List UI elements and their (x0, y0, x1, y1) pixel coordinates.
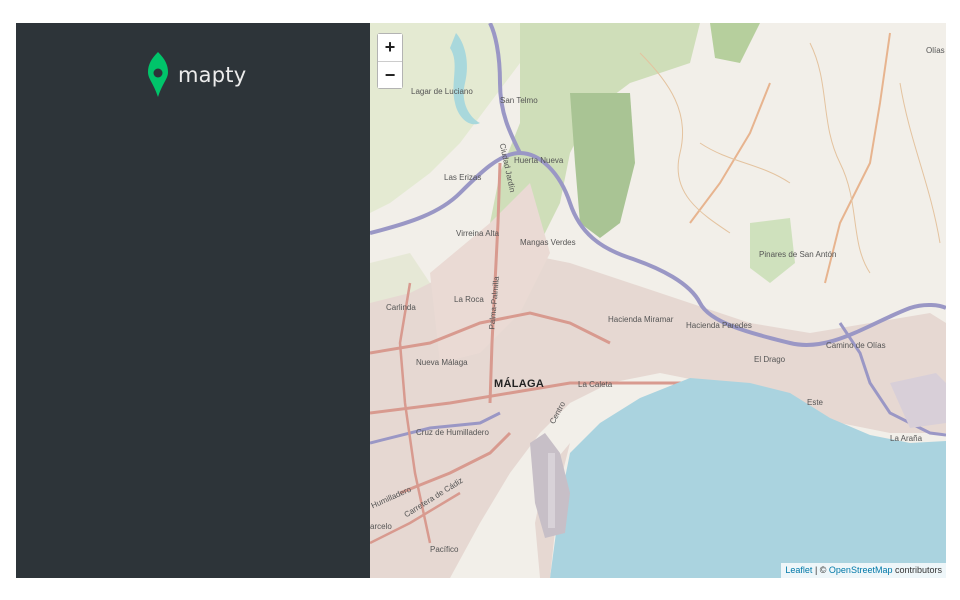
place-label: Nueva Málaga (416, 358, 468, 367)
place-label: Camino de Olías (826, 341, 886, 350)
logo-text: mapty (178, 63, 247, 87)
place-label: Lagar de Luciano (411, 87, 473, 96)
place-label: Este (807, 398, 824, 407)
map-attribution: Leaflet | © OpenStreetMap contributors (781, 563, 946, 578)
place-label: Olías (926, 46, 945, 55)
place-label: Mangas Verdes (520, 238, 576, 247)
leaflet-link[interactable]: Leaflet (785, 565, 812, 575)
place-label: Hacienda Miramar (608, 315, 674, 324)
map[interactable]: Lagar de Luciano San Telmo Huerta Nueva … (370, 23, 946, 578)
place-label: Pacífico (430, 545, 459, 554)
place-label: San Telmo (500, 96, 538, 105)
place-label: Las Erizas (444, 173, 482, 182)
logo: mapty (146, 51, 246, 99)
app-container: mapty Lagar de Luciano San Telmo Huerta … (16, 23, 946, 578)
place-label: Carlinda (386, 303, 416, 312)
place-label: Virreina Alta (456, 229, 499, 238)
map-pin-icon (148, 52, 168, 97)
place-label: Hacienda Paredes (686, 321, 752, 330)
place-label: La Roca (454, 295, 484, 304)
place-label: La Araña (890, 434, 923, 443)
sidebar: mapty (16, 23, 370, 578)
place-label: arcelo (370, 522, 392, 531)
place-label: Cruz de Humilladero (416, 428, 489, 437)
attribution-separator: | © (812, 565, 829, 575)
zoom-out-button[interactable]: − (378, 61, 402, 88)
place-label: El Drago (754, 355, 786, 364)
zoom-in-button[interactable]: + (378, 34, 402, 61)
attribution-contributors: contributors (892, 565, 942, 575)
osm-link[interactable]: OpenStreetMap (829, 565, 893, 575)
city-label: MÁLAGA (494, 378, 545, 390)
place-label: Pinares de San Antón (759, 250, 837, 259)
zoom-control: + − (377, 33, 403, 89)
place-label: La Caleta (578, 380, 613, 389)
place-label: Huerta Nueva (514, 156, 564, 165)
